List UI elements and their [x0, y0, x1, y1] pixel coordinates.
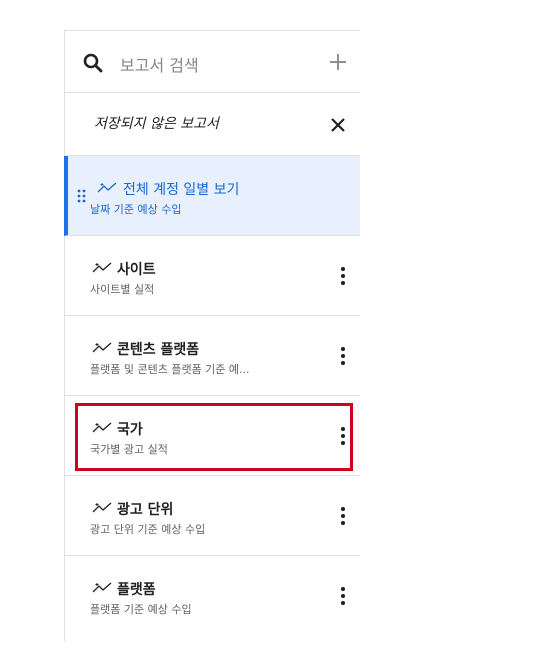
report-item-all-accounts-daily[interactable]: 전체 계정 일별 보기 날짜 기준 예상 수입	[64, 156, 360, 236]
report-title: 사이트	[117, 262, 156, 278]
more-options-icon[interactable]	[340, 266, 346, 286]
report-title: 콘텐츠 플랫폼	[117, 342, 200, 358]
report-subtitle: 날짜 기준 예상 수입	[90, 203, 182, 216]
report-item-content-platform[interactable]: 콘텐츠 플랫폼 플랫폼 및 콘텐츠 플랫폼 기준 예...	[65, 316, 360, 396]
report-item-country[interactable]: 국가 국가별 광고 실적	[65, 396, 360, 476]
more-options-icon[interactable]	[340, 426, 346, 446]
more-options-icon[interactable]	[340, 506, 346, 526]
more-options-icon[interactable]	[340, 586, 346, 606]
spark-icon	[92, 262, 112, 273]
report-item-platform[interactable]: 플랫폼 플랫폼 기준 예상 수입	[65, 556, 360, 635]
report-subtitle: 사이트별 실적	[90, 283, 155, 296]
report-subtitle: 국가별 광고 실적	[90, 443, 168, 456]
search-bar[interactable]: 보고서 검색	[65, 31, 360, 93]
report-list-panel: 보고서 검색 저장되지 않은 보고서 전체 계정 일별 보기 날짜 기준 예상 …	[64, 30, 360, 641]
unsaved-report-item[interactable]: 저장되지 않은 보고서	[65, 93, 360, 156]
report-item-site[interactable]: 사이트 사이트별 실적	[65, 236, 360, 316]
spark-icon	[97, 182, 117, 193]
search-input[interactable]: 보고서 검색	[120, 52, 199, 76]
close-icon[interactable]	[328, 115, 348, 135]
report-subtitle: 광고 단위 기준 예상 수입	[90, 523, 206, 536]
report-subtitle: 플랫폼 및 콘텐츠 플랫폼 기준 예...	[90, 363, 250, 376]
drag-handle-icon[interactable]	[77, 189, 87, 203]
spark-icon	[92, 342, 112, 353]
report-title: 플랫폼	[117, 582, 156, 598]
add-report-icon[interactable]	[326, 50, 350, 74]
search-icon	[83, 53, 103, 73]
report-title: 전체 계정 일별 보기	[123, 182, 240, 198]
report-item-ad-unit[interactable]: 광고 단위 광고 단위 기준 예상 수입	[65, 476, 360, 556]
report-title: 국가	[117, 422, 143, 438]
unsaved-report-label: 저장되지 않은 보고서	[94, 116, 219, 132]
spark-icon	[92, 582, 112, 593]
spark-icon	[92, 422, 112, 433]
report-subtitle: 플랫폼 기준 예상 수입	[90, 603, 192, 616]
more-options-icon[interactable]	[340, 346, 346, 366]
report-title: 광고 단위	[117, 502, 174, 518]
spark-icon	[92, 502, 112, 513]
